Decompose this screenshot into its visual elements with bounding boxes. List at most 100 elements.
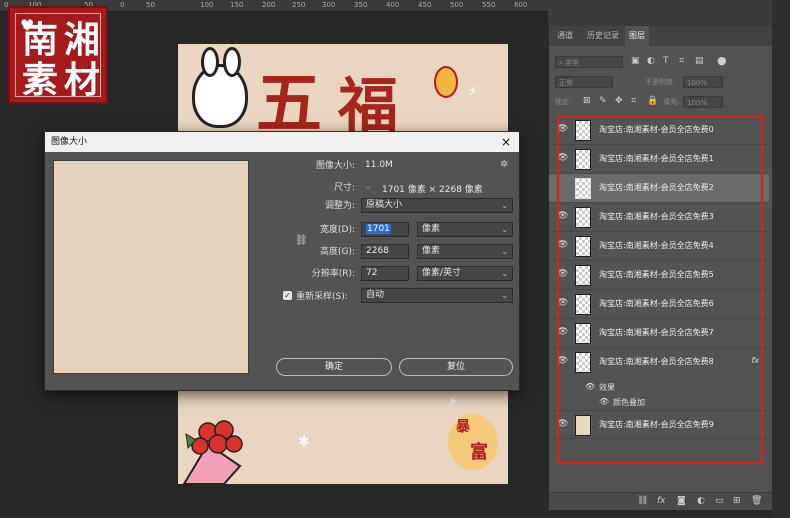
lucky-stamp: 暴 富 — [448, 414, 498, 470]
opacity-label: 不透明度: — [645, 78, 676, 86]
new-group-icon[interactable]: ▭ — [715, 496, 724, 506]
image-size-value: 11.0M — [365, 160, 393, 170]
sparkle-icon: ⚡ — [468, 84, 478, 100]
bunny-illustration — [192, 47, 248, 128]
resolution-input[interactable]: 72 — [361, 266, 409, 281]
lock-all-icon[interactable]: 🔒 — [647, 96, 658, 106]
resolution-value: 72 — [366, 268, 378, 278]
highlight-annotation-box — [557, 116, 763, 464]
trash-icon[interactable]: 🗑 — [751, 496, 762, 506]
layer-mask-icon[interactable]: ◙ — [677, 496, 686, 506]
resample-select[interactable]: 自动 ⌄ — [361, 288, 513, 303]
fill-input[interactable]: 100% — [683, 96, 723, 108]
ruler-tick: 50 — [146, 1, 155, 9]
layer-filter-row: ⌕ 类型 ▣ ◐ T ⌗ ▤ ● — [553, 54, 768, 72]
resolution-unit: 像素/英寸 — [422, 268, 462, 278]
panel-tabs: 通道 历史记录 图层 — [549, 26, 772, 46]
fit-to-select[interactable]: 原稿大小 ⌄ — [361, 198, 513, 213]
dimension-row: 尺寸: — [255, 180, 355, 196]
adjustment-layer-icon[interactable]: ◐ — [697, 496, 705, 506]
image-size-label: 图像大小: — [315, 161, 355, 171]
shape-filter-icon[interactable]: ⌗ — [679, 56, 684, 66]
tab-layers[interactable]: 图层 — [625, 26, 649, 46]
bunny-ear — [201, 47, 219, 77]
ok-button[interactable]: 确定 — [276, 358, 392, 376]
chevron-down-icon: ⌄ — [501, 247, 508, 256]
lock-row: 锁定: ⊠ ✎ ✥ ⌗ 🔒 填充: 100% — [553, 94, 768, 112]
fx-icon[interactable]: fx — [657, 496, 666, 506]
ruler-tick: 300 — [322, 1, 336, 9]
width-value: 1701 — [366, 224, 391, 234]
lock-move-icon[interactable]: ✥ — [615, 96, 623, 106]
right-toolbar-strip — [772, 0, 790, 518]
ruler-tick: 550 — [482, 1, 496, 9]
width-row: 宽度(D): — [255, 222, 355, 238]
resolution-label: 分辨率(R): — [311, 269, 355, 279]
ruler-tick: 450 — [418, 1, 432, 9]
layer-kind-filter[interactable]: ⌕ 类型 — [555, 56, 623, 68]
dimension-value: 1701 像素 × 2268 像素 — [382, 185, 483, 195]
blend-row: 正常 不透明度: 100% — [553, 74, 768, 92]
smart-object-filter-icon[interactable]: ▤ — [695, 56, 704, 66]
height-input[interactable]: 2268 — [361, 244, 409, 259]
adjustment-filter-icon[interactable]: ◐ — [647, 56, 655, 66]
opacity-input[interactable]: 100% — [683, 76, 723, 88]
dialog-titlebar[interactable]: 图像大小 × — [45, 132, 519, 152]
blend-mode-select[interactable]: 正常 — [555, 76, 613, 88]
tab-channels[interactable]: 通道 — [553, 26, 577, 46]
chevron-down-icon: ⌄ — [501, 269, 508, 278]
lock-paint-icon[interactable]: ✎ — [599, 96, 607, 106]
image-size-row: 图像大小: — [255, 158, 355, 174]
gear-icon[interactable]: ✲ — [500, 159, 508, 170]
fit-to-value: 原稿大小 — [366, 200, 403, 210]
chevron-down-icon: ⌄ — [501, 225, 508, 234]
ruler-tick: 600 — [514, 1, 528, 9]
height-value: 2268 — [366, 246, 389, 256]
filter-placeholder: 类型 — [565, 59, 580, 67]
lock-label: 锁定: — [555, 98, 572, 106]
brand-logo: ♥ 南 湘 素 材 — [8, 6, 108, 104]
reset-label: 复位 — [446, 362, 465, 372]
logo-char: 南 — [22, 19, 59, 61]
chevron-down-icon: ⌄ — [501, 201, 508, 210]
width-label: 宽度(D): — [320, 225, 355, 235]
height-unit-select[interactable]: 像素 ⌄ — [417, 244, 513, 259]
chevron-down-icon[interactable]: ⌵ — [365, 182, 371, 192]
ruler-tick: 150 — [230, 1, 244, 9]
panel-dock-header — [548, 0, 772, 26]
resolution-unit-select[interactable]: 像素/英寸 ⌄ — [417, 266, 513, 281]
filter-toggle-icon[interactable]: ● — [717, 54, 727, 67]
close-icon[interactable]: × — [501, 132, 511, 152]
fill-label: 填充: — [663, 98, 680, 106]
ruler-tick: 350 — [354, 1, 368, 9]
logo-char: 湘 — [64, 19, 101, 61]
width-unit-select[interactable]: 像素 ⌄ — [417, 222, 513, 237]
image-size-dialog: 图像大小 × 图像大小: 11.0M ✲ 尺寸: ⌵ 1701 像素 × 226… — [44, 131, 520, 391]
link-layers-icon[interactable]: ⛓ — [637, 496, 648, 506]
stamp-char: 暴 — [456, 419, 470, 435]
image-preview[interactable] — [53, 160, 249, 374]
tab-history[interactable]: 历史记录 — [583, 26, 623, 46]
lock-artboard-icon[interactable]: ⌗ — [631, 96, 636, 106]
image-filter-icon[interactable]: ▣ — [631, 56, 640, 66]
ok-label: 确定 — [324, 362, 343, 372]
width-unit: 像素 — [422, 224, 441, 234]
reset-button[interactable]: 复位 — [399, 358, 513, 376]
flower-bouquet-illustration — [182, 420, 243, 484]
dimension-label: 尺寸: — [333, 183, 355, 193]
height-row: 高度(G): — [255, 244, 355, 260]
sparkle-icon: ⚡ — [448, 394, 458, 410]
chevron-down-icon: ⌄ — [501, 291, 508, 300]
width-input[interactable]: 1701 — [361, 222, 409, 237]
ruler-tick: 400 — [386, 1, 400, 9]
height-unit: 像素 — [422, 246, 441, 256]
stamp-char: 富 — [470, 442, 488, 463]
new-layer-icon[interactable]: ⊞ — [733, 496, 741, 506]
resample-value: 自动 — [366, 290, 385, 300]
type-filter-icon[interactable]: T — [663, 56, 669, 66]
dialog-title: 图像大小 — [51, 137, 88, 147]
lock-transparent-icon[interactable]: ⊠ — [583, 96, 591, 106]
resample-checkbox[interactable]: ✓ — [283, 291, 292, 300]
opacity-value: 100% — [687, 79, 708, 87]
logo-char: 材 — [64, 59, 101, 101]
